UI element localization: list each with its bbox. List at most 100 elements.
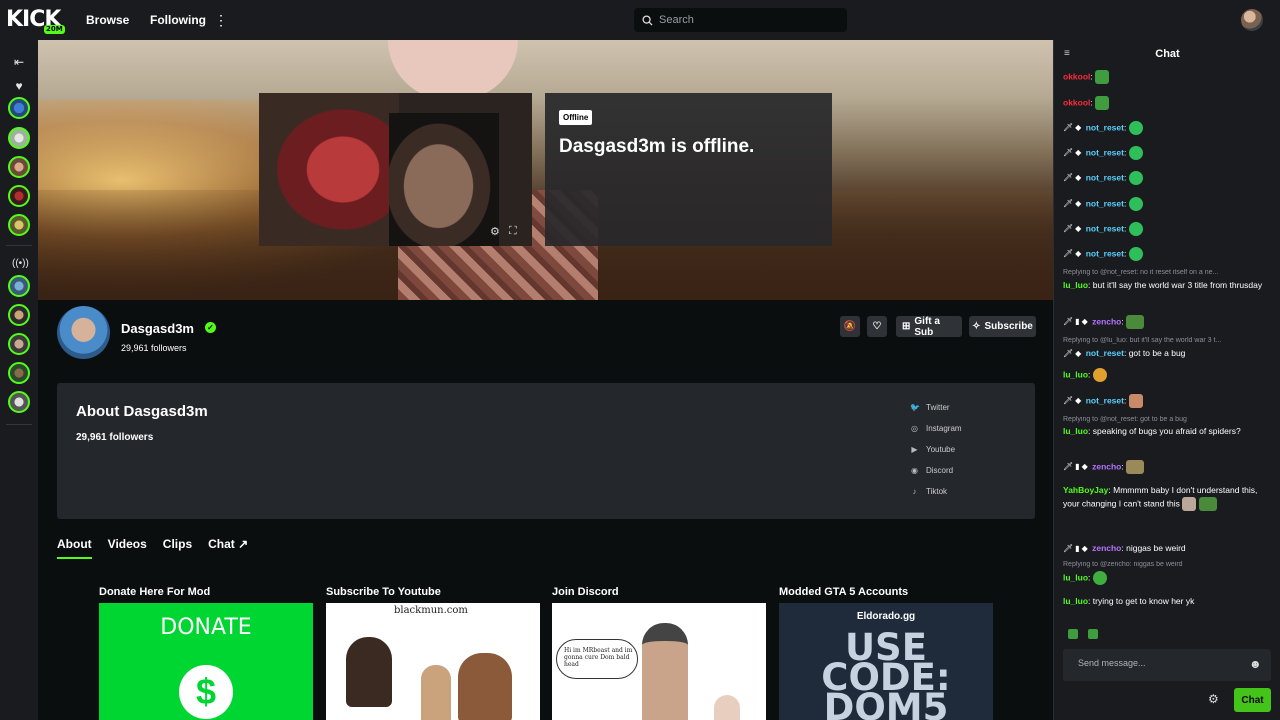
cube-badge-icon: ◆ (1081, 544, 1088, 553)
chat-username[interactable]: YahBoyJay (1063, 485, 1108, 495)
gta-image[interactable]: Eldorado.gg USE CODE: DOM5 (779, 603, 993, 720)
emote-icon (1092, 571, 1107, 585)
nav-following[interactable]: Following (150, 13, 206, 27)
emote-icon (1128, 247, 1143, 261)
social-link-tiktok[interactable]: ♪ Tiktok (910, 487, 948, 496)
chat-message-input[interactable] (1078, 658, 1238, 668)
cube-badge-icon: ◆ (1081, 317, 1088, 327)
youtube-image[interactable]: blackmun.com (326, 603, 540, 720)
nav-browse[interactable]: Browse (86, 13, 129, 27)
recommended-channel-avatar[interactable] (8, 333, 30, 355)
followed-channel-avatar[interactable] (8, 214, 30, 236)
social-link-twitter[interactable]: 🐦 Twitter (910, 403, 950, 412)
follow-button[interactable]: ♡ (867, 316, 887, 337)
chat-username[interactable]: lu_luo (1063, 426, 1088, 436)
chat-settings-gear-icon[interactable]: ⚙ (1208, 692, 1219, 706)
kick-logo[interactable]: KICK 20M (6, 8, 65, 34)
chat-message: okkool: (1063, 70, 1273, 84)
chat-message: 🗡 ▮ ◆ zencho: niggas be weird (1063, 543, 1186, 553)
reply-context[interactable]: Replying to @not_reset: got to be a bug (1063, 416, 1273, 423)
reply-context[interactable]: Replying to @lu_luo: but it'll say the w… (1063, 337, 1273, 344)
gear-icon[interactable]: ⚙ (490, 225, 500, 238)
chat-username[interactable]: not_reset (1086, 147, 1124, 157)
emote-icon (1126, 315, 1145, 329)
chat-username[interactable]: lu_luo (1063, 369, 1088, 379)
sub-badge-icon: ▮ (1075, 462, 1080, 472)
cube-badge-icon: ◆ (1075, 173, 1082, 183)
tab-clips[interactable]: Clips (163, 537, 192, 559)
subscribe-label: Subscribe (984, 321, 1033, 332)
search-bar[interactable] (634, 8, 847, 32)
more-menu-icon[interactable]: ⋮ (214, 11, 228, 29)
social-link-discord[interactable]: ◉ Discord (910, 466, 953, 475)
tab-videos[interactable]: Videos (108, 537, 147, 559)
fullscreen-icon[interactable]: ⛶ (509, 225, 517, 238)
chat-username[interactable]: not_reset (1086, 395, 1124, 405)
quick-emote-icon[interactable] (1068, 629, 1078, 639)
reply-context[interactable]: Replying to @not_reset: no it reset itse… (1063, 269, 1273, 276)
quick-emote-icon[interactable] (1088, 629, 1098, 639)
chat-text: speaking of bugs you afraid of spiders? (1092, 426, 1241, 436)
chat-username[interactable]: not_reset (1086, 348, 1124, 358)
chat-messages[interactable]: okkool: okkool: 🗡 ◆ not_reset: 🗡 ◆ not_res… (1063, 70, 1275, 615)
chat-input-area: ☻ ⚙ Chat (1054, 615, 1280, 720)
chat-text: but it'll say the world war 3 title from… (1092, 280, 1263, 290)
user-avatar[interactable] (1241, 9, 1263, 31)
tab-chat[interactable]: Chat ↗ (208, 537, 248, 559)
subscribe-button[interactable]: ✧ Subscribe (969, 316, 1036, 337)
collapse-sidebar-icon[interactable]: ⇤ (12, 55, 26, 69)
video-player[interactable]: ⚙ ⛶ (259, 93, 532, 246)
bell-off-icon: 🔕 (843, 321, 857, 332)
chat-username[interactable]: lu_luo (1063, 572, 1088, 582)
gift-sub-label: Gift a Sub (914, 315, 940, 338)
followed-channel-avatar[interactable] (8, 127, 30, 149)
social-label: Youtube (926, 445, 956, 454)
chat-username[interactable]: okkool (1063, 71, 1090, 81)
chat-username[interactable]: lu_luo (1063, 596, 1088, 606)
chat-username[interactable]: zencho (1092, 543, 1121, 553)
channel-name[interactable]: Dasgasd3m (121, 321, 194, 336)
chat-username[interactable]: lu_luo (1063, 280, 1088, 290)
gta-brand-text: Eldorado.gg (856, 611, 916, 622)
chat-username[interactable]: not_reset (1086, 223, 1124, 233)
chat-text: niggas be weird (1126, 543, 1186, 553)
tab-about[interactable]: About (57, 537, 92, 559)
notifications-button[interactable]: 🔕 (840, 316, 860, 337)
social-link-youtube[interactable]: ▶ Youtube (910, 445, 955, 454)
chat-message: 🗡 ◆ not_reset: (1063, 394, 1273, 408)
send-chat-button[interactable]: Chat (1234, 688, 1271, 712)
social-link-instagram[interactable]: ◎ Instagram (910, 424, 962, 433)
recommended-channel-avatar[interactable] (8, 304, 30, 326)
recommended-channel-avatar[interactable] (8, 275, 30, 297)
chat-username[interactable]: zencho (1092, 316, 1121, 326)
reply-context[interactable]: Replying to @zencho: niggas be weird (1063, 561, 1273, 568)
channel-avatar[interactable] (57, 306, 110, 359)
panel-title: Subscribe To Youtube (326, 586, 441, 598)
followed-channel-avatar[interactable] (8, 185, 30, 207)
star-icon: ✧ (972, 321, 981, 332)
chat-username[interactable]: not_reset (1086, 248, 1124, 258)
followed-channel-avatar[interactable] (8, 156, 30, 178)
offline-title: Dasgasd3m is offline. (559, 136, 755, 157)
chat-message: lu_luo: speaking of bugs you afraid of s… (1063, 426, 1241, 436)
recommended-channel-avatar[interactable] (8, 391, 30, 413)
cube-badge-icon: ◆ (1075, 199, 1082, 209)
chat-username[interactable]: okkool (1063, 97, 1090, 107)
followed-channel-avatar[interactable] (8, 97, 30, 119)
emote-icon (1128, 146, 1143, 160)
recommended-channel-avatar[interactable] (8, 362, 30, 384)
discord-image[interactable]: Hi im MRbeast and im gonna cure Dom bald… (552, 603, 766, 720)
donate-image[interactable]: DONATE $ (99, 603, 313, 720)
emoji-icon[interactable]: ☻ (1249, 657, 1262, 671)
search-input[interactable] (659, 14, 839, 26)
gift-sub-button[interactable]: ⊞ Gift a Sub (896, 315, 962, 338)
chat-username[interactable]: not_reset (1086, 172, 1124, 182)
offline-badge: Offline (559, 110, 593, 125)
chat-input-box[interactable]: ☻ (1063, 649, 1271, 681)
emote-icon (1126, 460, 1145, 474)
sword-badge-icon: 🗡 (1063, 148, 1074, 158)
chat-username[interactable]: not_reset (1086, 198, 1124, 208)
chat-username[interactable]: not_reset (1086, 122, 1124, 132)
cartoon-figure (642, 623, 688, 720)
chat-username[interactable]: zencho (1092, 461, 1121, 471)
